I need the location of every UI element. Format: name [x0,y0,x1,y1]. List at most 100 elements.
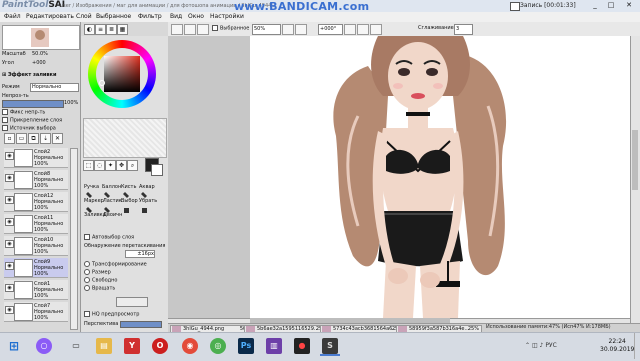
layer-item[interactable]: ◉ Слой12 Нормально 100% [4,192,68,212]
task-view-icon[interactable]: ▭ [68,338,84,354]
menu-file[interactable]: Файл [4,13,21,20]
eye-icon[interactable]: ◉ [5,284,14,292]
color-swatch-grid[interactable] [83,118,167,158]
layer-info: Слой1 Нормально 100% [34,281,63,299]
selection-toggle[interactable]: Выбранное [212,25,249,32]
record-icon[interactable] [510,2,520,11]
rotation-field[interactable]: +000° [318,24,343,35]
canvas[interactable] [168,36,630,318]
clip-layer-check[interactable]: Прикрепление слоя [2,117,62,124]
resize-option[interactable]: Размер [84,269,111,276]
color-picker-cursor[interactable] [99,80,105,86]
volume-icon[interactable]: ♪ [540,342,544,349]
new-layer-icon[interactable]: ▫ [4,133,15,144]
rotate-left-icon[interactable] [344,24,356,35]
sai-icon[interactable]: S [322,338,338,354]
canvas-toolbar: Выбранное 50% +000° Сглаживание 3 [168,22,640,37]
layer-item[interactable]: ◉ Слой1 Нормально 100% [4,280,68,300]
blend-mode-select[interactable]: Нормально [30,83,79,92]
alice-icon[interactable]: ○ [36,338,52,354]
apply-button[interactable] [116,297,148,307]
eye-icon[interactable]: ◉ [5,152,14,160]
photoshop-icon[interactable]: Ps [238,338,254,354]
layer-item[interactable]: ◉ Слой2 Нормально 100% [4,148,68,168]
maximize-icon[interactable]: □ [604,1,618,10]
select-rect-icon[interactable]: ⬚ [83,160,94,171]
zoom-field[interactable]: 50% [252,24,281,35]
zoom-in-icon[interactable] [295,24,307,35]
magic-wand-icon[interactable]: ✦ [105,160,116,171]
rgb-slider-icon[interactable]: ≡ [95,24,106,35]
rotate-right-icon[interactable] [357,24,369,35]
layer-item[interactable]: ◉ Слой7 Нормально 100% [4,302,68,322]
auto-select-layer[interactable]: Автовыбор слоя [84,234,134,241]
eye-icon[interactable]: ◉ [5,174,14,182]
close-icon[interactable]: ✕ [622,1,636,10]
menu-edit[interactable]: Редактировать [26,13,74,20]
eye-icon[interactable]: ◉ [5,240,14,248]
network-icon[interactable]: ◫ [532,342,538,349]
opacity-slider[interactable] [2,100,64,108]
perspective-label: Перспектива [84,321,119,327]
lasso-icon[interactable]: ◌ [94,160,105,171]
delete-layer-icon[interactable]: ✕ [52,133,63,144]
smoothing-field[interactable]: 3 [454,24,473,35]
layer-scrollbar[interactable] [70,148,78,330]
clock[interactable]: 22:24 30.09.2019 [600,338,634,354]
yandex-browser-icon[interactable]: Y [124,338,140,354]
selection-source-check[interactable]: Источник выбора [2,125,56,132]
zoom-out-icon[interactable] [282,24,294,35]
layer-item[interactable]: ◉ Слой8 Нормально 100% [4,170,68,190]
opera-icon[interactable]: O [152,338,168,354]
move-icon[interactable]: ✥ [116,160,127,171]
menu-settings[interactable]: Настройки [210,13,244,20]
perspective-slider[interactable] [120,321,162,328]
bandicam-icon[interactable]: ● [294,338,310,354]
layer-item[interactable]: ◉ Слой10 Нормально 100% [4,236,68,256]
menu-window[interactable]: Окно [188,13,204,20]
eye-icon[interactable]: ◉ [5,196,14,204]
eye-icon[interactable]: ◉ [5,306,14,314]
menu-selection[interactable]: Выбранное [96,13,131,20]
background-color[interactable] [151,164,163,176]
lock-opacity-check[interactable]: Фикс непр-ть [2,109,45,116]
menu-filter[interactable]: Фильтр [138,13,162,20]
yandex-icon[interactable]: ◉ [182,338,198,354]
menu-layer[interactable]: Слой [76,13,92,20]
angle-value[interactable]: +000 [32,60,46,66]
layer-item[interactable]: ◉ Слой9 Нормально 100% [4,258,68,278]
deselect-icon[interactable] [197,24,209,35]
file-explorer-icon[interactable]: ▤ [96,338,112,354]
eye-icon[interactable]: ◉ [5,262,14,270]
flip-icon[interactable] [370,24,382,35]
hsv-slider-icon[interactable]: ≣ [106,24,117,35]
color-wheel-icon[interactable]: ◐ [84,24,95,35]
minimize-icon[interactable]: _ [588,1,602,10]
eye-icon[interactable]: ◉ [5,218,14,226]
navigator-preview[interactable] [2,25,80,50]
undo-icon[interactable] [171,24,183,35]
menu-view[interactable]: Вид [170,13,182,20]
free-option[interactable]: Свободно [84,277,117,284]
scale-value[interactable]: 50.0% [32,51,48,57]
start-icon[interactable]: ⊞ [6,338,22,354]
copy-layer-icon[interactable]: ⧉ [28,133,39,144]
palette-icon[interactable]: ▦ [117,24,128,35]
layer-item[interactable]: ◉ Слой11 Нормально 100% [4,214,68,234]
saturation-value-square[interactable] [104,56,140,92]
layer-thumbnail [14,193,33,211]
winrar-icon[interactable]: ▥ [266,338,282,354]
merge-down-icon[interactable]: ⇣ [40,133,51,144]
show-desktop-button[interactable] [634,333,640,359]
rotate-option[interactable]: Вращать [84,285,115,292]
tray-arrow-icon[interactable]: ⌃ [525,342,530,349]
new-folder-icon[interactable]: ▭ [16,133,27,144]
overlap-value[interactable]: ±16px [125,250,155,258]
language-indicator[interactable]: РУС [545,342,556,349]
redo-icon[interactable] [184,24,196,35]
vertical-scroll-thumb[interactable] [632,130,638,190]
zoom-tool-icon[interactable]: ⌕ [127,160,138,171]
hq-preview-check[interactable]: HQ предпросмотр [84,311,139,318]
transform-option[interactable]: Трансформирование [84,261,147,268]
chrome-icon[interactable]: ◎ [210,338,226,354]
